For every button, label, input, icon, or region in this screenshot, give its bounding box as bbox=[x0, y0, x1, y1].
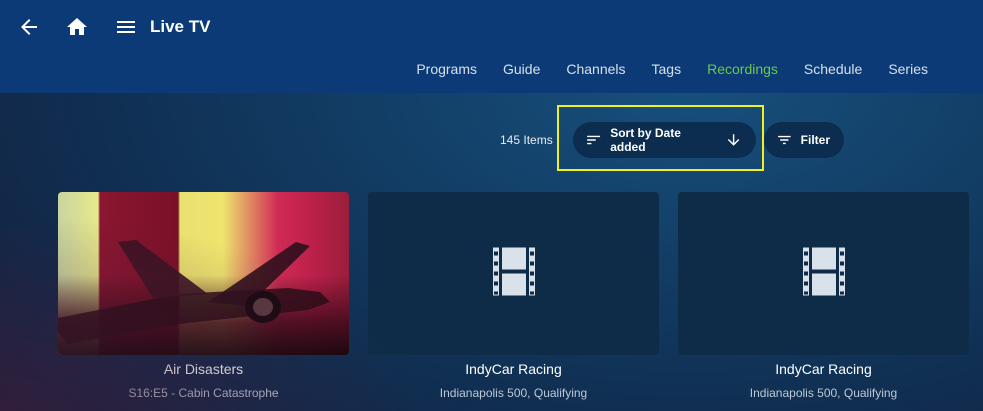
recording-thumbnail bbox=[58, 192, 349, 355]
top-bar: Live TV Programs Guide Channels Tags Rec… bbox=[0, 0, 983, 93]
tab-bar: Programs Guide Channels Tags Recordings … bbox=[416, 58, 928, 80]
items-count: 145 Items bbox=[500, 133, 553, 147]
tab-recordings[interactable]: Recordings bbox=[707, 58, 778, 80]
tab-tags[interactable]: Tags bbox=[652, 58, 682, 80]
filter-button[interactable]: Filter bbox=[764, 122, 844, 158]
card-title: IndyCar Racing bbox=[465, 361, 562, 377]
airplane-image bbox=[58, 240, 330, 344]
film-icon bbox=[492, 247, 535, 300]
sort-label: Sort by Date added bbox=[610, 126, 681, 154]
filter-icon bbox=[778, 135, 791, 145]
tab-series[interactable]: Series bbox=[888, 58, 928, 80]
card-subtitle: Indianapolis 500, Qualifying bbox=[749, 386, 898, 400]
page-title: Live TV bbox=[150, 17, 211, 36]
tab-programs[interactable]: Programs bbox=[416, 58, 477, 80]
tab-channels[interactable]: Channels bbox=[566, 58, 625, 80]
arrow-down-icon bbox=[727, 134, 740, 146]
tab-guide[interactable]: Guide bbox=[503, 58, 540, 80]
sort-button[interactable]: Sort by Date added bbox=[573, 122, 756, 158]
back-button[interactable] bbox=[11, 9, 47, 45]
sort-lines-icon bbox=[587, 135, 601, 145]
card-title: Air Disasters bbox=[163, 361, 244, 377]
recording-card-air-disasters[interactable] bbox=[58, 192, 349, 355]
hamburger-menu-icon bbox=[117, 21, 135, 33]
filter-label: Filter bbox=[800, 133, 830, 147]
recording-card-indycar-1[interactable] bbox=[368, 192, 659, 355]
recording-card-indycar-2[interactable] bbox=[678, 192, 969, 355]
home-button[interactable] bbox=[59, 9, 95, 45]
card-title: IndyCar Racing bbox=[775, 361, 872, 377]
film-icon bbox=[802, 247, 845, 300]
card-subtitle: Indianapolis 500, Qualifying bbox=[439, 386, 588, 400]
home-icon bbox=[67, 18, 87, 35]
card-subtitle: S16:E5 - Cabin Catastrophe bbox=[128, 386, 279, 400]
tab-schedule[interactable]: Schedule bbox=[804, 58, 862, 80]
arrow-left-icon bbox=[21, 19, 37, 35]
menu-button[interactable] bbox=[108, 9, 144, 45]
